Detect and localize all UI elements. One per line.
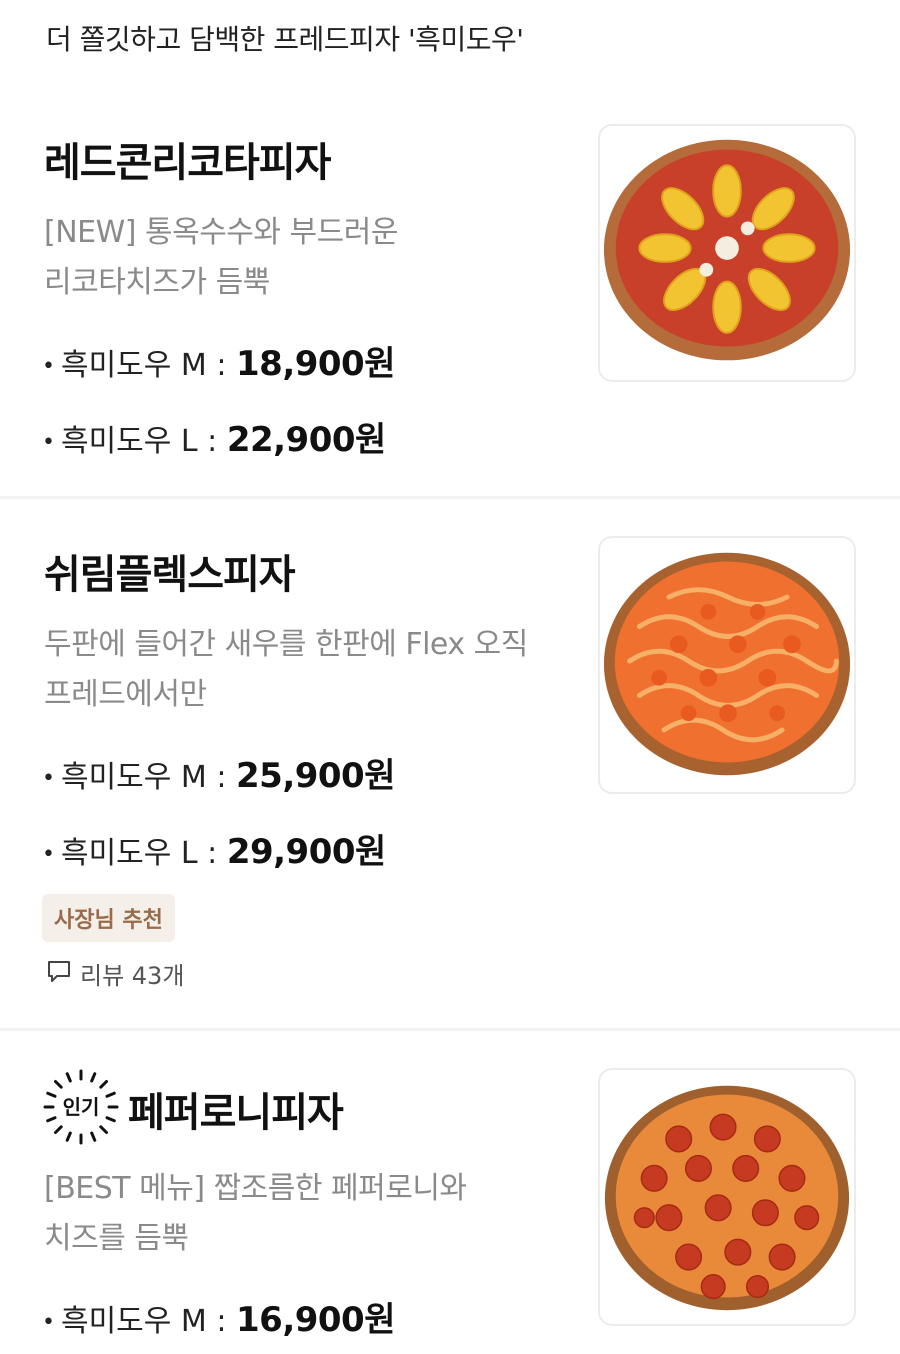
section-divider	[0, 496, 900, 499]
bullet-icon: •	[42, 354, 55, 379]
price-amount: 18,900원	[236, 344, 395, 384]
price-l-row: • 흑미도우 L : 22,900원	[42, 412, 386, 461]
description-line: [NEW] 통옥수수와 부드러운	[44, 215, 398, 250]
review-link[interactable]: 리뷰 43개	[46, 956, 184, 991]
price-label: 흑미도우 M :	[60, 760, 227, 795]
price-label: 흑미도우 L :	[60, 424, 218, 459]
menu-item-title: 페퍼로니피자	[128, 1090, 344, 1136]
popular-badge-icon: 인기	[42, 1068, 120, 1146]
price-label: 흑미도우 L :	[60, 836, 218, 871]
price-label: 흑미도우 M :	[60, 1304, 227, 1339]
description-line: [BEST 메뉴] 짭조름한 페퍼로니와	[44, 1171, 467, 1206]
popular-label: 인기	[63, 1095, 100, 1119]
price-m-row: • 흑미도우 M : 18,900원	[42, 336, 395, 385]
intro-text: 더 쫄깃하고 담백한 프레드피자 '흑미도우'	[46, 23, 524, 56]
price-l-row: • 흑미도우 L : 29,900원	[42, 824, 386, 873]
menu-item-description: [BEST 메뉴] 짭조름한 페퍼로니와 치즈를 듬뿍	[44, 1164, 584, 1264]
bullet-icon: •	[42, 842, 55, 867]
pizza-pepperoni-image[interactable]	[598, 1068, 856, 1326]
speech-bubble-icon	[46, 958, 72, 990]
menu-item-description: [NEW] 통옥수수와 부드러운 리코타치즈가 듬뿍	[44, 208, 584, 308]
pizza-corn-ricotta-image[interactable]	[598, 124, 856, 382]
price-label: 흑미도우 M :	[60, 348, 227, 383]
price-m-row: • 흑미도우 M : 16,900원	[42, 1292, 395, 1341]
section-divider	[0, 1028, 900, 1031]
bullet-icon: •	[42, 430, 55, 455]
bullet-icon: •	[42, 1310, 55, 1335]
description-line: 두판에 들어간 새우를 한판에 Flex 오직	[44, 627, 528, 662]
price-amount: 16,900원	[236, 1300, 395, 1340]
description-line: 리코타치즈가 듬뿍	[44, 265, 270, 300]
owner-recommend-badge: 사장님 추천	[42, 894, 175, 942]
menu-item-title: 레드콘리코타피자	[44, 140, 331, 186]
description-line: 치즈를 듬뿍	[44, 1221, 189, 1256]
menu-item-title: 쉬림플렉스피자	[44, 552, 296, 598]
price-amount: 22,900원	[226, 420, 386, 460]
menu-item-description: 두판에 들어간 새우를 한판에 Flex 오직 프레드에서만	[44, 620, 584, 720]
price-amount: 25,900원	[236, 756, 395, 796]
price-m-row: • 흑미도우 M : 25,900원	[42, 748, 395, 797]
description-line: 프레드에서만	[44, 677, 207, 712]
price-amount: 29,900원	[226, 832, 386, 872]
pizza-shrimp-image[interactable]	[598, 536, 856, 794]
bullet-icon: •	[42, 766, 55, 791]
review-count: 리뷰 43개	[80, 962, 185, 990]
